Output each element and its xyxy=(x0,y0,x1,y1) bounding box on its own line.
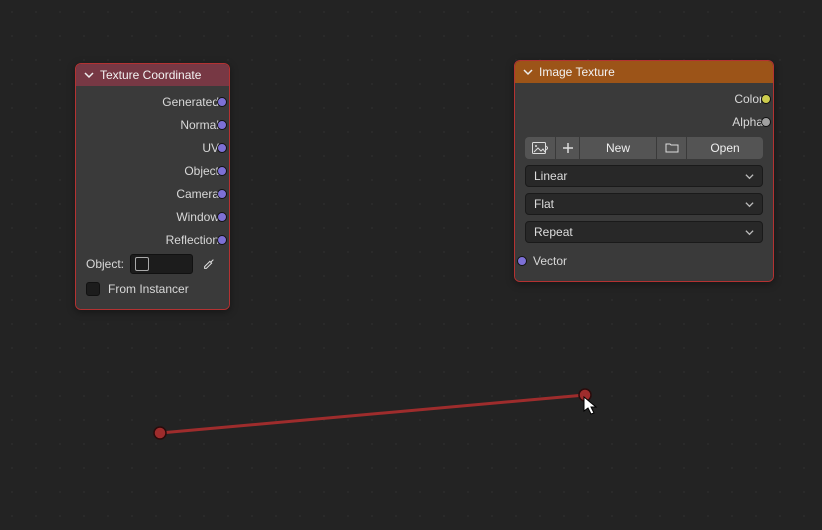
output-window[interactable]: Window xyxy=(76,205,229,228)
chevron-down-icon xyxy=(745,200,754,209)
socket-icon[interactable] xyxy=(217,120,227,130)
output-label: Normal xyxy=(180,118,219,132)
output-label: Alpha xyxy=(732,115,763,129)
output-color[interactable]: Color xyxy=(515,87,773,110)
node-texture-coordinate[interactable]: Texture Coordinate Generated Normal UV O… xyxy=(75,63,230,310)
node-header[interactable]: Texture Coordinate xyxy=(76,64,229,86)
dropdown-value: Flat xyxy=(534,197,554,211)
output-reflection[interactable]: Reflection xyxy=(76,228,229,251)
open-image-button[interactable]: Open xyxy=(686,137,763,159)
new-label: New xyxy=(606,141,630,155)
projection-dropdown[interactable]: Flat xyxy=(525,193,763,215)
object-icon xyxy=(135,257,149,271)
dropdown-value: Repeat xyxy=(534,225,573,239)
object-picker[interactable] xyxy=(130,254,193,274)
socket-icon[interactable] xyxy=(517,256,527,266)
node-header[interactable]: Image Texture xyxy=(515,61,773,83)
socket-icon[interactable] xyxy=(217,212,227,222)
socket-icon[interactable] xyxy=(217,235,227,245)
from-instancer-label: From Instancer xyxy=(108,282,189,296)
output-label: Generated xyxy=(162,95,219,109)
input-vector[interactable]: Vector xyxy=(515,249,773,273)
socket-icon[interactable] xyxy=(217,189,227,199)
socket-icon[interactable] xyxy=(217,97,227,107)
object-label: Object: xyxy=(86,257,124,271)
output-camera[interactable]: Camera xyxy=(76,182,229,205)
extension-dropdown[interactable]: Repeat xyxy=(525,221,763,243)
eyedropper-button[interactable] xyxy=(199,257,219,271)
mouse-cursor-icon xyxy=(583,396,599,419)
interpolation-dropdown[interactable]: Linear xyxy=(525,165,763,187)
open-folder-button[interactable] xyxy=(656,137,686,159)
output-object[interactable]: Object xyxy=(76,159,229,182)
open-label: Open xyxy=(710,141,739,155)
output-label: Camera xyxy=(176,187,219,201)
new-image-button[interactable]: New xyxy=(579,137,656,159)
chevron-down-icon xyxy=(745,228,754,237)
output-label: Window xyxy=(176,210,219,224)
image-toolbar: New Open xyxy=(525,137,763,159)
output-label: Color xyxy=(734,92,763,106)
dropdown-value: Linear xyxy=(534,169,567,183)
input-label: Vector xyxy=(533,254,567,268)
chevron-down-icon xyxy=(745,172,754,181)
from-instancer-row[interactable]: From Instancer xyxy=(76,277,229,301)
output-generated[interactable]: Generated xyxy=(76,90,229,113)
node-image-texture[interactable]: Image Texture Color Alpha New Open xyxy=(514,60,774,282)
checkbox-icon[interactable] xyxy=(86,282,100,296)
socket-icon[interactable] xyxy=(761,94,771,104)
chevron-down-icon xyxy=(523,67,533,77)
chevron-down-icon xyxy=(84,70,94,80)
socket-icon[interactable] xyxy=(761,117,771,127)
node-title: Image Texture xyxy=(539,65,615,79)
output-normal[interactable]: Normal xyxy=(76,113,229,136)
object-field-row: Object: xyxy=(76,251,229,277)
output-alpha[interactable]: Alpha xyxy=(515,110,773,133)
add-image-button[interactable] xyxy=(555,137,579,159)
node-body: Color Alpha New Open Linear xyxy=(515,83,773,281)
node-body: Generated Normal UV Object Camera Window… xyxy=(76,86,229,309)
socket-icon[interactable] xyxy=(217,166,227,176)
node-title: Texture Coordinate xyxy=(100,68,201,82)
image-browse-button[interactable] xyxy=(525,137,555,159)
socket-icon[interactable] xyxy=(217,143,227,153)
output-uv[interactable]: UV xyxy=(76,136,229,159)
output-label: Reflection xyxy=(166,233,219,247)
output-label: Object xyxy=(184,164,219,178)
